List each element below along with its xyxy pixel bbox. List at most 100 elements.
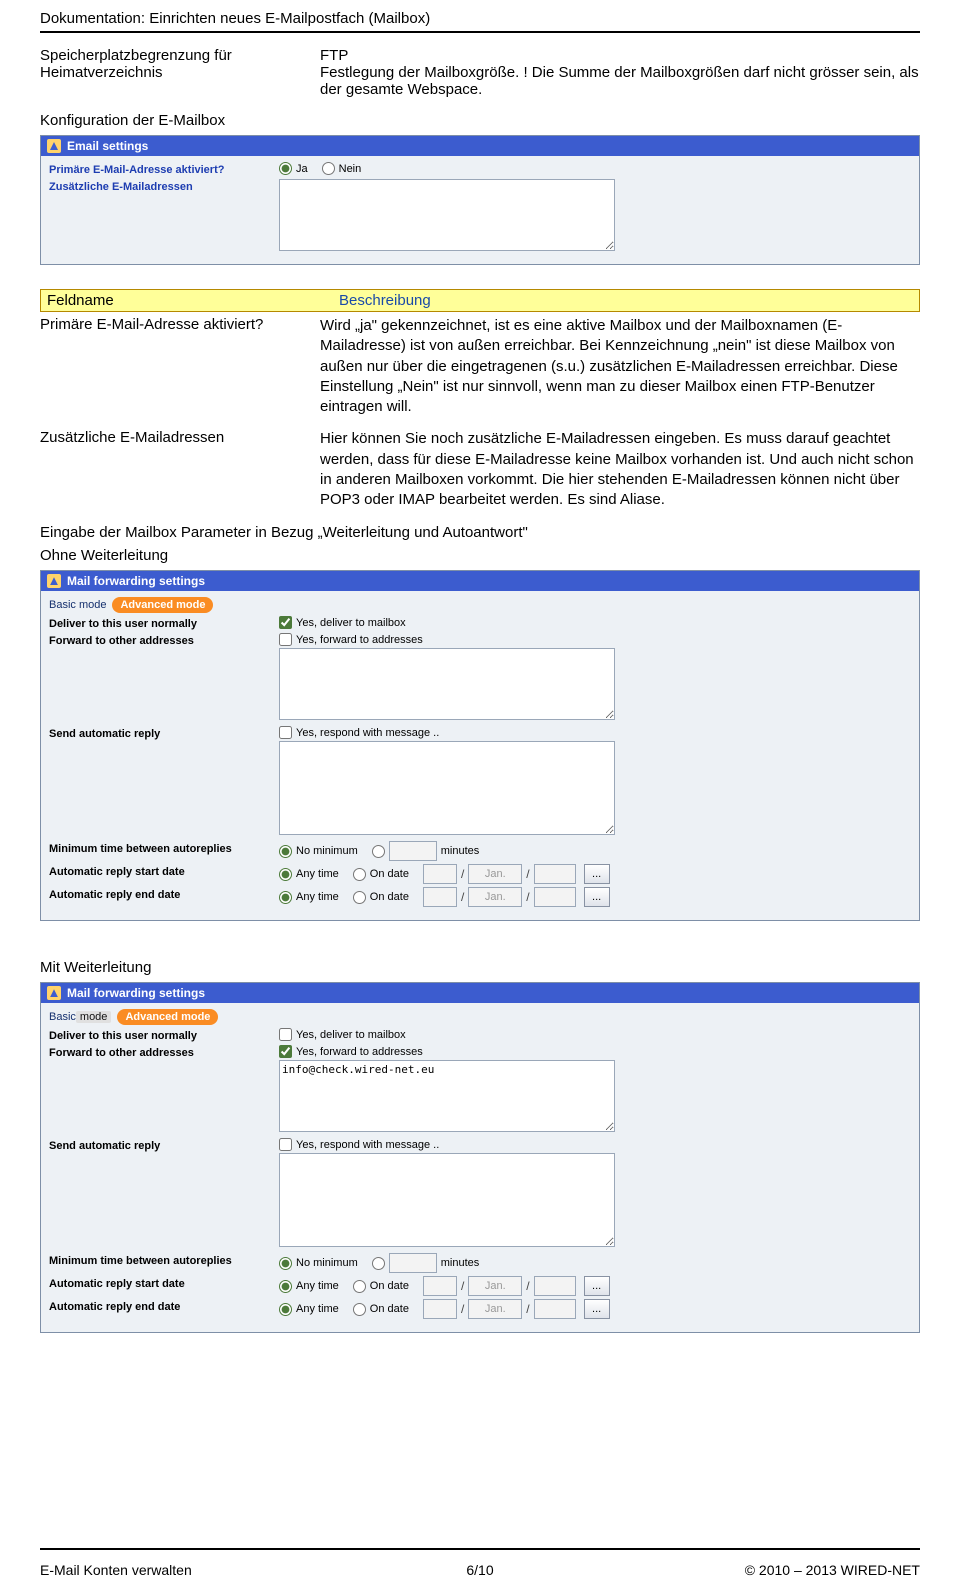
mintime-value-input[interactable] (389, 841, 437, 861)
deliver-checkbox-label-2: Yes, deliver to mailbox (296, 1029, 406, 1041)
mode-word: mode (76, 1011, 112, 1023)
date-sep: / (461, 867, 464, 881)
advanced-mode-pill-2[interactable]: Advanced mode (117, 1009, 218, 1025)
start-anytime[interactable]: Any time (279, 868, 339, 881)
end-anytime-label-2: Any time (296, 1303, 339, 1315)
forward-addresses-textarea[interactable] (279, 648, 615, 720)
forward-checkbox-label-2: Yes, forward to addresses (296, 1046, 423, 1058)
end-ondate-2[interactable]: On date (353, 1303, 409, 1316)
autoreply-label-2: Send automatic reply (49, 1138, 279, 1152)
advanced-mode-pill[interactable]: Advanced mode (112, 597, 213, 613)
desc-row-2-left: Zusätzliche E-Mailadressen (40, 429, 320, 510)
start-year-input-2[interactable] (534, 1276, 576, 1296)
start-day-input-2[interactable] (423, 1276, 457, 1296)
start-anytime-radio-2[interactable] (279, 1280, 292, 1293)
end-ondate-radio-2[interactable] (353, 1303, 366, 1316)
primary-email-no-radio[interactable] (322, 162, 335, 175)
end-anytime-2[interactable]: Any time (279, 1303, 339, 1316)
forward-checkbox-label: Yes, forward to addresses (296, 634, 423, 646)
footer-left: E-Mail Konten verwalten (40, 1562, 333, 1578)
autoreply-textarea[interactable] (279, 741, 615, 835)
start-date-picker-button[interactable]: ... (584, 864, 610, 884)
forward-checkbox[interactable] (279, 633, 292, 646)
end-year-input[interactable] (534, 887, 576, 907)
end-date-picker-button-2[interactable]: ... (584, 1299, 610, 1319)
primary-email-no-label: Nein (339, 163, 362, 175)
date-sep: / (526, 867, 529, 881)
end-date-label: Automatic reply end date (49, 887, 279, 901)
mintime-label-2: Minimum time between autoreplies (49, 1253, 279, 1267)
end-month-select[interactable]: Jan. (468, 887, 522, 907)
start-anytime-2[interactable]: Any time (279, 1280, 339, 1293)
end-month-select-2[interactable]: Jan. (468, 1299, 522, 1319)
end-ondate-label: On date (370, 891, 409, 903)
end-date-label-2: Automatic reply end date (49, 1299, 279, 1313)
section-konfig: Konfiguration der E-Mailbox (40, 112, 920, 129)
page-footer: E-Mail Konten verwalten 6/10 © 2010 – 20… (40, 1562, 920, 1578)
autoreply-checkbox-2[interactable] (279, 1138, 292, 1151)
autoreply-textarea-2[interactable] (279, 1153, 615, 1247)
start-ondate-radio[interactable] (353, 868, 366, 881)
start-year-input[interactable] (534, 864, 576, 884)
header-divider (40, 31, 920, 33)
email-settings-title-bar: Email settings (41, 136, 919, 156)
footer-center: 6/10 (333, 1562, 626, 1578)
mintime-nomin-2[interactable]: No minimum (279, 1257, 358, 1270)
basic-mode-link[interactable]: Basic mode (49, 599, 106, 611)
end-ondate-radio[interactable] (353, 891, 366, 904)
date-sep: / (526, 1302, 529, 1316)
mintime-label: Minimum time between autoreplies (49, 841, 279, 855)
start-date-picker-button-2[interactable]: ... (584, 1276, 610, 1296)
mintime-custom-2[interactable]: minutes (372, 1253, 480, 1273)
definition-row: Speicherplatzbegrenzung für Heimatverzei… (40, 47, 920, 98)
mintime-custom[interactable]: minutes (372, 841, 480, 861)
start-ondate-2[interactable]: On date (353, 1280, 409, 1293)
additional-email-label: Zusätzliche E-Mailadressen (49, 181, 193, 193)
deliver-checkbox-label: Yes, deliver to mailbox (296, 617, 406, 629)
mintime-nomin[interactable]: No minimum (279, 845, 358, 858)
end-date-picker-button[interactable]: ... (584, 887, 610, 907)
end-day-input-2[interactable] (423, 1299, 457, 1319)
deliver-checkbox[interactable] (279, 616, 292, 629)
autoreply-checkbox[interactable] (279, 726, 292, 739)
primary-email-yes-radio[interactable] (279, 162, 292, 175)
mintime-nomin-radio[interactable] (279, 845, 292, 858)
date-sep: / (461, 890, 464, 904)
start-ondate-label: On date (370, 868, 409, 880)
deliver-label: Deliver to this user normally (49, 616, 279, 630)
start-anytime-radio[interactable] (279, 868, 292, 881)
end-anytime-radio-2[interactable] (279, 1303, 292, 1316)
forward-addresses-textarea-2[interactable] (279, 1060, 615, 1132)
end-anytime[interactable]: Any time (279, 891, 339, 904)
desc-row-1-right: Wird „ja" gekennzeichnet, ist es eine ak… (320, 316, 920, 417)
start-ondate[interactable]: On date (353, 868, 409, 881)
start-day-input[interactable] (423, 864, 457, 884)
date-sep: / (461, 1302, 464, 1316)
field-table-header: Feldname Beschreibung (40, 289, 920, 312)
end-anytime-radio[interactable] (279, 891, 292, 904)
deliver-checkbox-2[interactable] (279, 1028, 292, 1041)
mintime-nomin-radio-2[interactable] (279, 1257, 292, 1270)
mintime-custom-radio[interactable] (372, 845, 385, 858)
end-ondate[interactable]: On date (353, 891, 409, 904)
primary-email-yes[interactable]: Ja (279, 162, 308, 175)
mintime-custom-radio-2[interactable] (372, 1257, 385, 1270)
mintime-nomin-label-2: No minimum (296, 1257, 358, 1269)
end-ondate-label-2: On date (370, 1303, 409, 1315)
start-ondate-radio-2[interactable] (353, 1280, 366, 1293)
mintime-value-input-2[interactable] (389, 1253, 437, 1273)
end-day-input[interactable] (423, 887, 457, 907)
additional-email-textarea[interactable] (279, 179, 615, 251)
basic-word[interactable]: Basic (49, 1011, 76, 1023)
primary-email-no[interactable]: Nein (322, 162, 362, 175)
panel-icon (47, 139, 61, 153)
end-year-input-2[interactable] (534, 1299, 576, 1319)
forward-checkbox-2[interactable] (279, 1045, 292, 1058)
email-settings-title: Email settings (67, 139, 148, 153)
start-month-select-2[interactable]: Jan. (468, 1276, 522, 1296)
section-mit: Mit Weiterleitung (40, 959, 920, 976)
start-date-label: Automatic reply start date (49, 864, 279, 878)
forward-panel-ohne-title-bar: Mail forwarding settings (41, 571, 919, 591)
forward-panel-ohne-title: Mail forwarding settings (67, 574, 205, 588)
start-month-select[interactable]: Jan. (468, 864, 522, 884)
